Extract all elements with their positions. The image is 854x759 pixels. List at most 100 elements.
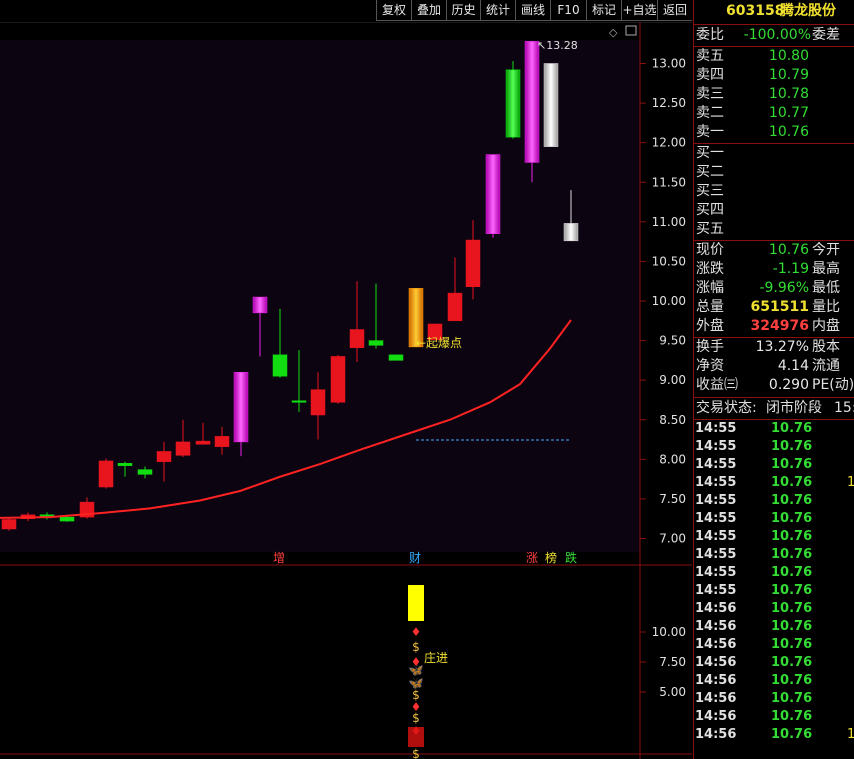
- tick-row: 14:55 10.76: [694, 582, 854, 600]
- fundamental-row: 收益㈢ 0.290 PE(动): [694, 376, 854, 395]
- tick-price: 10.76: [771, 655, 813, 670]
- tick-price: 10.76: [771, 637, 813, 652]
- toolbar-button[interactable]: F10: [550, 0, 586, 21]
- toolbar-button[interactable]: +自选: [621, 0, 657, 21]
- quote-value: 324976: [750, 318, 809, 334]
- tick-price: 10.76: [771, 691, 813, 706]
- tick-row: 14:55 10.76: [694, 528, 854, 546]
- candle-body[interactable]: [524, 41, 540, 163]
- candle-body[interactable]: [291, 400, 307, 403]
- quote-label-2: 最高: [812, 261, 840, 277]
- diamond-icon[interactable]: ◇: [609, 26, 618, 39]
- tick-time: 14:55: [695, 547, 737, 562]
- y-tick-label: 9.00: [659, 373, 686, 387]
- toolbar-button[interactable]: 历史: [446, 0, 480, 21]
- toolbar-button[interactable]: 标记: [586, 0, 621, 21]
- tick-row: 14:56 10.76: [694, 654, 854, 672]
- y-tick-label: 12.50: [652, 96, 686, 110]
- tick-row: 14:55 10.76: [694, 510, 854, 528]
- toolbar-button[interactable]: 统计: [480, 0, 515, 21]
- diamond-signal-icon: ♦: [411, 625, 422, 639]
- tick-price: 10.76: [771, 439, 813, 454]
- tick-time: 14:55: [695, 457, 737, 472]
- ask-price: 10.78: [768, 86, 809, 102]
- y-tick-label: 13.00: [652, 57, 686, 71]
- candle-body[interactable]: [252, 296, 268, 314]
- y-tick-label: 11.50: [652, 175, 686, 189]
- candle-body[interactable]: [59, 516, 75, 522]
- signal-marker: 跌: [565, 550, 577, 565]
- quote-panel: 603158 腾龙股份 委比 -100.00% 委差 交易状态: 闭市阶段 15…: [693, 0, 854, 759]
- stock-code: 603158: [726, 3, 785, 19]
- candle-body[interactable]: [137, 469, 153, 475]
- candle-body[interactable]: [543, 63, 559, 147]
- candle-body[interactable]: [156, 451, 172, 462]
- kline-chart[interactable]: 13.00 12.50 12.00 11.50 11.00 10.50 10.00 9.50 9…: [0, 22, 692, 759]
- ask-label: 卖四: [696, 67, 724, 83]
- candle-body[interactable]: [330, 356, 346, 403]
- candle-body[interactable]: [195, 440, 211, 445]
- candle-body[interactable]: [349, 329, 365, 348]
- weibi-label: 委比: [696, 27, 724, 43]
- tick-time: 14:56: [695, 655, 737, 670]
- y-tick-label: 7.00: [659, 532, 686, 546]
- quote-row: 外盘 324976 内盘: [694, 317, 854, 336]
- candle-body[interactable]: [465, 239, 481, 288]
- quote-label-2: 最低: [812, 280, 840, 296]
- bid-row: 买五: [694, 220, 854, 239]
- candle-body[interactable]: [233, 372, 249, 443]
- toolbar-button[interactable]: 返回: [657, 0, 692, 21]
- tick-time: 14:56: [695, 691, 737, 706]
- tick-price: 10.76: [771, 709, 813, 724]
- tick-price: 10.76: [771, 619, 813, 634]
- candle-body[interactable]: [447, 292, 463, 322]
- quote-row: 总量 651511 量比: [694, 298, 854, 317]
- candle-body[interactable]: [563, 223, 579, 242]
- tick-volume: 1: [847, 475, 854, 490]
- ask-price: 10.77: [768, 105, 809, 121]
- toolbar-button[interactable]: 叠加: [411, 0, 446, 21]
- ask-row: 卖一 10.76: [694, 123, 854, 142]
- y-tick-label: 10.00: [652, 294, 686, 308]
- toolbar-button[interactable]: 画线: [515, 0, 550, 21]
- tick-price: 10.76: [771, 727, 813, 742]
- zhuang-jin-label: 庄进: [424, 650, 448, 665]
- bid-label: 买三: [696, 183, 724, 199]
- candle-body[interactable]: [388, 354, 404, 361]
- tick-time: 14:56: [695, 673, 737, 688]
- candle-body[interactable]: [98, 460, 114, 488]
- bid-row: 买一: [694, 144, 854, 163]
- y-tick-label: 12.00: [652, 136, 686, 150]
- ask-price: 10.76: [768, 124, 809, 140]
- candle-body[interactable]: [310, 389, 326, 416]
- candle-body[interactable]: [368, 340, 384, 346]
- tick-price: 10.76: [771, 565, 813, 580]
- candle-body[interactable]: [505, 69, 521, 138]
- tick-time: 14:55: [695, 493, 737, 508]
- candle-body[interactable]: [485, 154, 501, 234]
- ask-price: 10.79: [768, 67, 809, 83]
- candle-body[interactable]: [117, 463, 133, 466]
- tick-row: 14:56 10.76: [694, 600, 854, 618]
- tick-price: 10.76: [771, 475, 813, 490]
- quote-label: 现价: [696, 242, 724, 258]
- candle-body[interactable]: [1, 519, 17, 530]
- tick-row: 14:55 10.76: [694, 456, 854, 474]
- ask-label: 卖一: [696, 124, 724, 140]
- trade-status-extra: 15:: [834, 400, 854, 416]
- tick-row: 14:56 10.76: [694, 708, 854, 726]
- tick-time: 14:56: [695, 727, 737, 742]
- y-tick-label: 11.00: [652, 215, 686, 229]
- candle-body[interactable]: [214, 436, 230, 447]
- ask-price: 10.80: [768, 48, 809, 64]
- window-icon[interactable]: [625, 25, 637, 36]
- candle-body[interactable]: [272, 354, 288, 377]
- tick-price: 10.76: [771, 457, 813, 472]
- quote-label: 涨幅: [696, 280, 724, 296]
- toolbar-button[interactable]: 复权: [376, 0, 411, 21]
- trade-status: 交易状态: 闭市阶段 15:: [694, 399, 854, 418]
- tick-row: 14:56 10.76 1: [694, 726, 854, 744]
- bid-row: 买三: [694, 182, 854, 201]
- ask-row: 卖二 10.77: [694, 104, 854, 123]
- candle-body[interactable]: [175, 441, 191, 456]
